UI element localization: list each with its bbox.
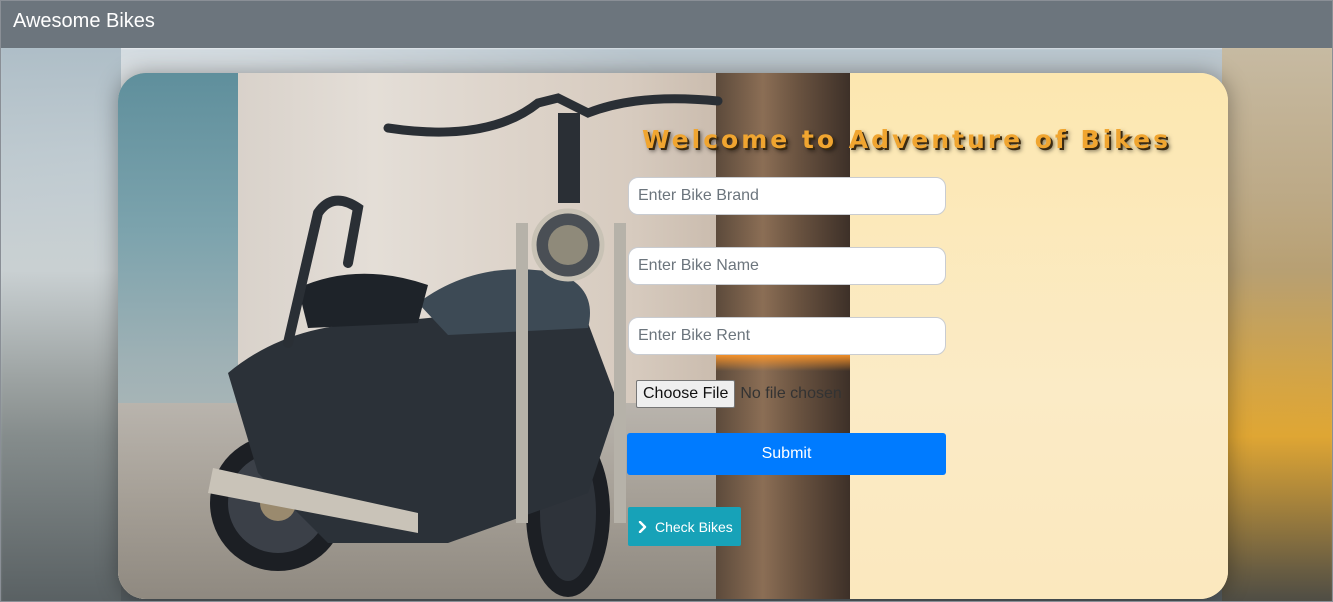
submit-button-label: Submit <box>761 445 812 462</box>
background-left-blur <box>1 48 121 601</box>
file-upload: Choose File No file chosen <box>636 379 842 409</box>
bike-brand-input[interactable] <box>628 177 946 215</box>
bike-rent-input[interactable] <box>628 317 946 355</box>
chevron-right-icon <box>637 520 649 534</box>
check-bikes-button[interactable]: Check Bikes <box>628 507 741 546</box>
navbar: Awesome Bikes <box>1 1 1332 48</box>
check-bikes-label: Check Bikes <box>655 518 733 535</box>
hero-card: Welcome to Adventure of Bikes Choose Fil… <box>118 73 1228 599</box>
choose-file-button[interactable]: Choose File <box>636 380 736 408</box>
submit-button[interactable]: Submit <box>627 433 946 475</box>
front-fork-left <box>516 223 528 523</box>
page-title: Welcome to Adventure of Bikes <box>642 125 1171 154</box>
file-status-text: No file chosen <box>740 385 842 402</box>
bike-name-input[interactable] <box>628 247 946 285</box>
seat <box>298 273 428 328</box>
browser-viewport: Awesome Bikes Welcome to Adventure of Bi… <box>0 0 1333 602</box>
front-fork-right <box>614 223 626 523</box>
navbar-brand[interactable]: Awesome Bikes <box>13 10 155 33</box>
background-right-blur <box>1222 48 1332 601</box>
